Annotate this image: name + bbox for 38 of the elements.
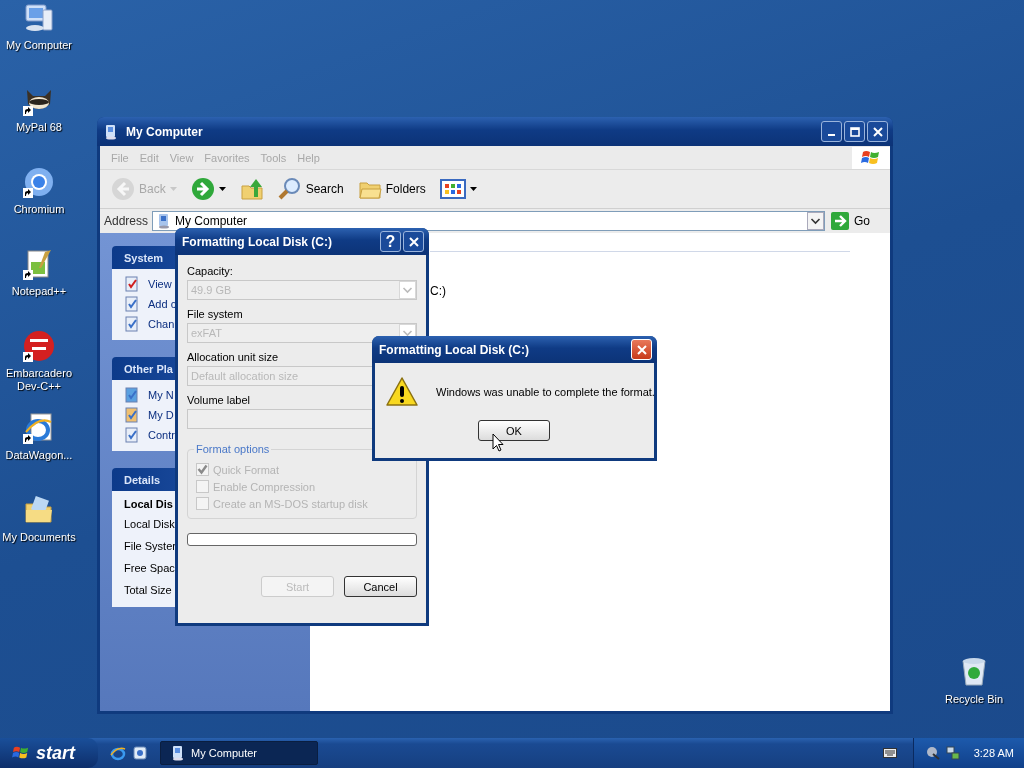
folders-button[interactable]: Folders [354,177,429,201]
task-link[interactable]: My N [148,389,174,401]
detail-text: Local Dis [124,498,173,511]
detail-text: Total Size [124,583,172,598]
dialog-title: Formatting Local Disk (C:) [182,234,332,249]
desktop-icon-label[interactable]: Recycle Bin [944,693,1004,706]
go-button[interactable]: Go [829,212,890,230]
help-button[interactable]: ? [380,231,401,252]
message-text: Windows was unable to complete the format. [436,386,655,398]
address-field[interactable]: My Computer [152,211,825,231]
task-link[interactable]: Contr [148,429,175,441]
address-label: Address [104,214,149,228]
detail-text: File Syster [124,539,176,554]
start-button[interactable]: start [0,738,98,768]
window-title: My Computer [126,124,203,139]
desktop-icon-label[interactable]: MyPal 68 [16,121,62,134]
search-button[interactable]: Search [274,177,347,201]
desktop-icon-label[interactable]: Chromium [13,203,65,216]
detail-text: Local Disk [124,517,175,532]
dialog-button[interactable]: Cancel [344,576,417,597]
desktop-icon-label[interactable]: Notepad++ [11,285,67,298]
desktop-icon-label[interactable]: My Documents [2,531,76,544]
field-label: Volume label [187,394,251,406]
group-title: Format options [194,443,272,455]
task-link[interactable]: View [148,278,172,290]
dialog-title: Formatting Local Disk (C:) [379,342,529,357]
ok-button[interactable]: OK [478,420,550,441]
desktop-icon-label[interactable]: Embarcadero Dev-C++ [1,367,77,393]
clock: 3:28 AM [973,747,1014,759]
task-link[interactable]: My D [148,409,174,421]
desktop-icon-label[interactable]: DataWagon... [5,449,73,462]
field-label: File system [187,308,244,320]
drive-label[interactable]: C:) [430,284,890,298]
field-label: Capacity: [187,265,234,277]
taskbar-button[interactable]: My Computer [160,741,318,765]
desktop-icon-label[interactable]: My Computer [6,39,72,52]
detail-text: Free Spac [124,561,175,576]
task-link[interactable]: Chan [148,318,175,330]
